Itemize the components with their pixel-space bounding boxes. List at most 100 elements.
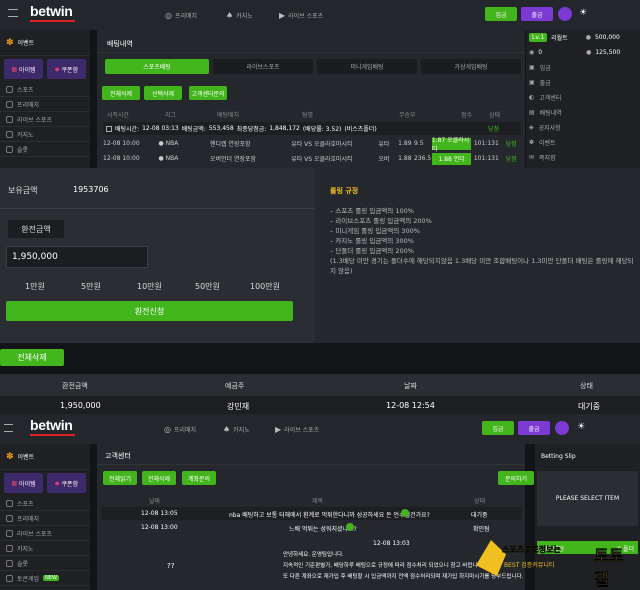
sidebar-item-sports[interactable]: 스포츠 bbox=[0, 496, 90, 511]
cards-icon: ♠ bbox=[226, 11, 234, 20]
col-status: 상태 bbox=[489, 112, 501, 119]
sun-icon[interactable]: ☀ bbox=[579, 8, 587, 18]
tab-live[interactable]: 라이브스포츠 bbox=[213, 59, 313, 74]
globe-icon: ◎ bbox=[165, 11, 172, 20]
menu-deposit[interactable]: ▣ 입금 bbox=[529, 60, 640, 75]
logo[interactable]: betwin bbox=[30, 417, 73, 433]
delete-all-button[interactable]: 전체삭제 bbox=[142, 471, 176, 485]
withdraw-button[interactable]: 출금 bbox=[521, 7, 553, 21]
withdraw-button[interactable]: 출금 bbox=[518, 421, 550, 435]
exchange-form: 보유금액 1953706 환전금액 1,950,000 1만원 5만원 10만원… bbox=[0, 168, 315, 343]
mail-icon: ✉ bbox=[529, 154, 535, 161]
left-sidebar-bottom: ✽ 이벤트 ▦ 아이템 ◆ 쿠폰함 스포츠 프리매치 라이브 스포츠 카지노 슬롯 토… bbox=[0, 444, 90, 590]
menu-icon[interactable] bbox=[8, 9, 18, 17]
history-table-header: 환전금액 예금주 날짜 상태 bbox=[0, 374, 640, 396]
write-inquiry-button[interactable]: 문의하기 bbox=[498, 471, 534, 485]
menu-notice[interactable]: ◈ 공지사항 bbox=[529, 120, 640, 135]
amount-input[interactable]: 1,950,000 bbox=[6, 246, 148, 268]
sidebar-item-prematch[interactable]: 프리매치 bbox=[0, 97, 90, 112]
bet-row: 12-08 10:00 ● NBA 핸디캡 연장포함 유타 VS 오클라호마시티… bbox=[103, 136, 517, 153]
nav-casino[interactable]: ♠ 카지노 bbox=[223, 425, 250, 434]
money-icon: ● bbox=[585, 33, 591, 41]
nav-live[interactable]: ▶ 라이브 스포츠 bbox=[279, 11, 323, 20]
sidebar-item-token[interactable]: 토큰게임 NEW bbox=[0, 571, 90, 586]
watermark: 스포츠토토정보는 BEST 검증커뮤니티 토토갤 bbox=[476, 540, 638, 589]
sidebar-item-slot[interactable]: 슬롯 bbox=[0, 142, 90, 157]
sidebar-item-live[interactable]: 라이브 스포츠 bbox=[0, 112, 90, 127]
event-link[interactable]: ✽ 이벤트 bbox=[0, 444, 90, 470]
divider bbox=[0, 208, 315, 209]
logo-underline bbox=[30, 20, 75, 22]
quick-10k[interactable]: 1만원 bbox=[25, 281, 45, 292]
avatar[interactable] bbox=[555, 421, 569, 435]
attendance-card[interactable]: ▦ 아이템 bbox=[4, 473, 43, 493]
col-subject: 제목 bbox=[312, 498, 324, 505]
sun-icon[interactable]: ☀ bbox=[577, 422, 585, 432]
nav-prematch[interactable]: ◎ 프리매치 bbox=[165, 11, 197, 20]
menu-withdraw[interactable]: ▣ 출금 bbox=[529, 75, 640, 90]
league-cell: ● NBA bbox=[158, 140, 179, 147]
deposit-button[interactable]: 입금 bbox=[485, 7, 517, 21]
amount-label: 환전금액 bbox=[8, 220, 64, 238]
coupon-card[interactable]: ◆ 쿠폰함 bbox=[47, 473, 86, 493]
nav-live[interactable]: ▶ 라이브 스포츠 bbox=[275, 425, 319, 434]
gift-icon: ✽ bbox=[6, 451, 14, 462]
quick-500k[interactable]: 50만원 bbox=[195, 281, 220, 292]
delete-all-button[interactable]: 전체삭제 bbox=[102, 86, 140, 100]
nav-casino[interactable]: ♠ 카지노 bbox=[226, 11, 253, 20]
support-panel: 고객센터 전체읽기 전체삭제 계좌문의 문의하기 날짜 제목 상태 12-08 … bbox=[97, 444, 534, 590]
cards-icon bbox=[6, 130, 13, 138]
quick-50k[interactable]: 5만원 bbox=[81, 281, 101, 292]
attendance-card[interactable]: ▦ 아이템 bbox=[4, 59, 43, 79]
coin-icon: ◉ bbox=[529, 48, 535, 56]
menu-message[interactable]: ✉ 쪽지함 bbox=[529, 150, 640, 165]
sidebar-item-casino[interactable]: 카지노 bbox=[0, 127, 90, 142]
coupon-icon: ◆ bbox=[54, 65, 60, 73]
quick-amount-row: 1만원 5만원 10만원 50만원 100만원 bbox=[0, 280, 315, 292]
col-league: 리그 bbox=[165, 112, 177, 119]
tab-mini[interactable]: 미니게임배팅 bbox=[317, 59, 417, 74]
delete-all-history-button[interactable]: 전체삭제 bbox=[0, 349, 64, 366]
quick-100k[interactable]: 10만원 bbox=[137, 281, 162, 292]
menu-history[interactable]: ▤ 배팅내역 bbox=[529, 105, 640, 120]
read-all-button[interactable]: 전체읽기 bbox=[103, 471, 137, 485]
logo[interactable]: betwin bbox=[30, 3, 73, 19]
withdraw-icon: ▣ bbox=[529, 79, 535, 86]
deposit-button[interactable]: 입금 bbox=[482, 421, 514, 435]
balance-label: 보유금액 bbox=[8, 186, 38, 195]
sidebar-item-live[interactable]: 라이브 스포츠 bbox=[0, 526, 90, 541]
menu-icon[interactable] bbox=[4, 424, 13, 432]
table-row[interactable]: 12-08 13:00 느배 먹튀는 성워지셨나요? 확인됨 bbox=[101, 521, 521, 534]
sidebar-item-casino[interactable]: 카지노 bbox=[0, 541, 90, 556]
tab-sports[interactable]: 스포츠배팅 bbox=[105, 59, 209, 74]
sidebar-item-sports[interactable]: 스포츠 bbox=[0, 82, 90, 97]
calendar-icon: ▦ bbox=[11, 65, 18, 73]
exchange-submit-button[interactable]: 환전신청 bbox=[6, 301, 293, 321]
slip-empty-message: PLEASE SELECT ITEM bbox=[537, 471, 638, 526]
new-badge-icon bbox=[401, 509, 409, 517]
nav-prematch[interactable]: ◎ 프리매치 bbox=[164, 425, 196, 434]
checkbox[interactable] bbox=[106, 125, 112, 132]
avatar[interactable] bbox=[558, 7, 572, 21]
account-inquiry-button[interactable]: 계좌문의 bbox=[182, 471, 216, 485]
slip-title: Betting Slip bbox=[541, 453, 576, 460]
gift-icon: ✽ bbox=[529, 139, 535, 146]
event-link[interactable]: ✽ 이벤트 bbox=[0, 30, 90, 56]
live-icon: ▶ bbox=[275, 425, 282, 434]
delete-selected-button[interactable]: 선택삭제 bbox=[144, 86, 182, 100]
col-date: 날짜 bbox=[149, 498, 161, 505]
sidebar-item-slot[interactable]: 슬롯 bbox=[0, 556, 90, 571]
tab-virtual[interactable]: 가상게임배팅 bbox=[421, 59, 521, 74]
table-row[interactable]: 12-08 13:05 nba 배팅하고 보통 터해에서 환계로 먹튀한다니까 … bbox=[101, 507, 521, 520]
menu-event[interactable]: ✽ 이벤트 bbox=[529, 135, 640, 150]
coupon-card[interactable]: ◆ 쿠폰함 bbox=[47, 59, 86, 79]
menu-support[interactable]: ◐ 고객센터 bbox=[529, 90, 640, 105]
divider bbox=[97, 464, 525, 465]
live-icon: ▶ bbox=[279, 11, 286, 20]
support-inquiry-button[interactable]: 고객센터문의 bbox=[189, 86, 227, 100]
deposit-icon: ▣ bbox=[529, 64, 535, 71]
ball-icon bbox=[6, 499, 13, 507]
bet-summary-row[interactable]: 배팅시간: 12-08 03:13 배팅금액: 553,458 최종당첨금: 1… bbox=[103, 122, 521, 135]
sidebar-item-prematch[interactable]: 프리매치 bbox=[0, 511, 90, 526]
quick-1m[interactable]: 100만원 bbox=[250, 281, 280, 292]
